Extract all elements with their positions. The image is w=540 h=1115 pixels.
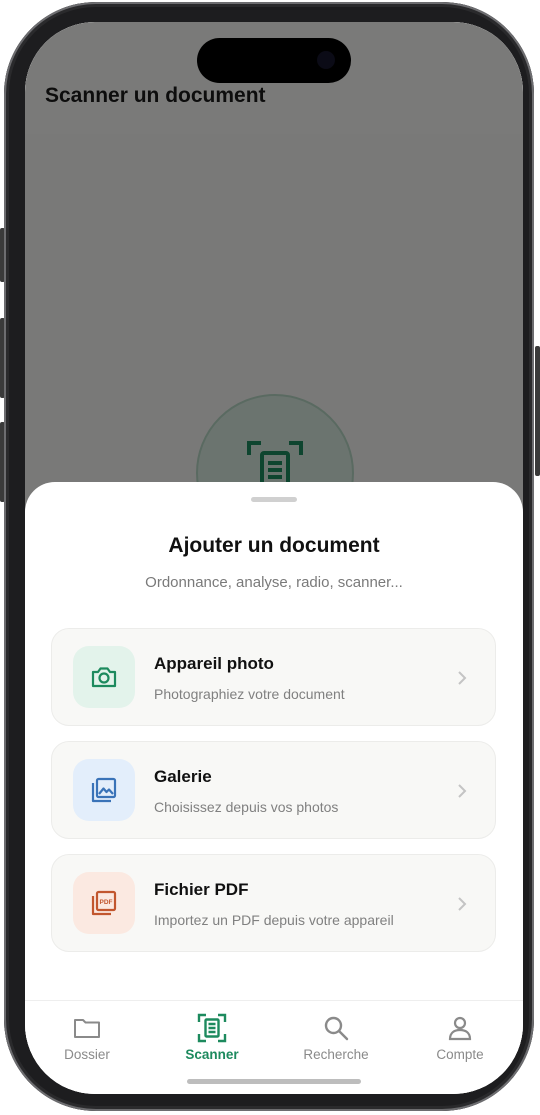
- tab-label: Dossier: [64, 1047, 110, 1062]
- tab-label: Scanner: [185, 1047, 239, 1062]
- option-subtitle: Photographiez votre document: [154, 686, 345, 702]
- power-button: [535, 346, 540, 476]
- option-icon-tile: [73, 759, 135, 821]
- option-camera[interactable]: Appareil photo Photographiez votre docum…: [51, 628, 496, 726]
- account-icon: [448, 1016, 472, 1041]
- front-camera: [317, 51, 335, 69]
- camera-icon: [91, 667, 117, 688]
- chevron-right-icon: [458, 671, 467, 685]
- tab-recherche[interactable]: Recherche: [281, 1013, 391, 1063]
- option-icon-tile: [73, 646, 135, 708]
- option-icon-tile: PDF: [73, 872, 135, 934]
- tab-label: Recherche: [303, 1047, 369, 1062]
- option-subtitle: Importez un PDF depuis votre appareil: [154, 912, 394, 928]
- sheet-subtitle: Ordonnance, analyse, radio, scanner...: [145, 574, 403, 591]
- tab-label: Compte: [436, 1047, 484, 1062]
- chevron-right-icon: [458, 897, 467, 911]
- home-indicator[interactable]: [187, 1079, 361, 1084]
- scanner-icon: [197, 1013, 227, 1043]
- folder-icon: [74, 1019, 100, 1038]
- tab-scanner[interactable]: Scanner: [157, 1013, 267, 1063]
- tab-dossier[interactable]: Dossier: [32, 1013, 142, 1063]
- gallery-icon: [91, 777, 117, 803]
- tab-compte[interactable]: Compte: [405, 1013, 515, 1063]
- svg-text:PDF: PDF: [100, 899, 113, 906]
- screen: Scanner un document Ajouter un document …: [25, 22, 523, 1094]
- sheet-drag-handle[interactable]: [251, 497, 297, 502]
- option-title: Galerie: [154, 767, 212, 786]
- sheet-title: Ajouter un document: [168, 534, 380, 557]
- option-pdf-file[interactable]: PDF Fichier PDF Importez un PDF depuis v…: [51, 854, 496, 952]
- search-icon: [324, 1016, 349, 1041]
- chevron-right-icon: [458, 784, 467, 798]
- pdf-file-icon: PDF: [91, 890, 117, 916]
- phone-frame: Scanner un document Ajouter un document …: [4, 2, 534, 1111]
- option-subtitle: Choisissez depuis vos photos: [154, 799, 339, 815]
- dynamic-island: [197, 38, 351, 83]
- option-title: Fichier PDF: [154, 880, 249, 899]
- option-gallery[interactable]: Galerie Choisissez depuis vos photos: [51, 741, 496, 839]
- option-title: Appareil photo: [154, 654, 274, 673]
